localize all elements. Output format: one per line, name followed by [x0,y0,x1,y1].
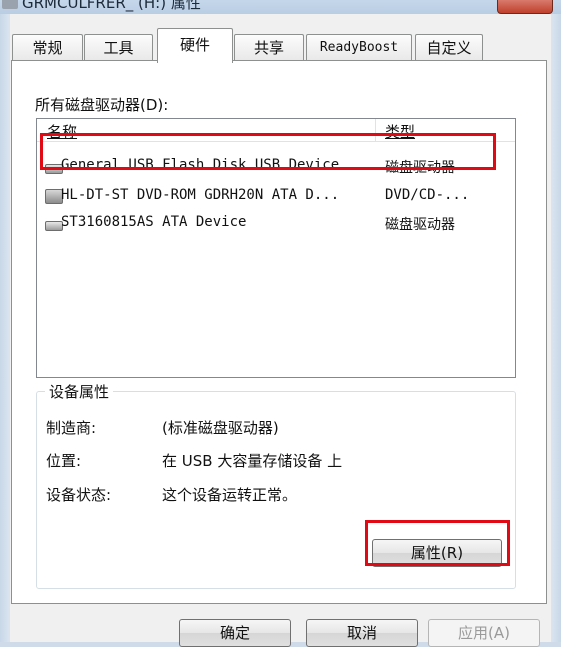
drive-type: 磁盘驱动器 [385,217,455,233]
usb-device-highlight [40,133,496,170]
dialog-client: 常规 工具 硬件 共享 ReadyBoost 自定义 所有磁盘驱动器(D): 名… [10,14,551,647]
drive-type: DVD/CD-... [385,187,470,203]
window-frame-right [551,14,561,642]
window-title: GRMCULFRER_ (H:) 属性 [22,0,201,12]
tab-strip: 常规 工具 硬件 共享 ReadyBoost 自定义 [10,14,551,64]
manufacturer-value: (标准磁盘驱动器) [162,419,279,437]
location-label: 位置: [46,452,82,470]
tab-general[interactable]: 常规 [12,34,83,61]
tab-hardware[interactable]: 硬件 [157,28,233,63]
tab-customize[interactable]: 自定义 [415,34,483,61]
group-title: 设备属性 [45,381,114,402]
manufacturer-label: 制造商: [46,419,97,437]
drive-name: ST3160815AS ATA Device [61,214,247,230]
cancel-button[interactable]: 取消 [306,619,418,647]
tab-readyboost[interactable]: ReadyBoost [306,34,412,61]
window-frame-left [0,14,10,642]
properties-button-highlight [365,520,510,566]
drive-row-optical[interactable]: HL-DT-ST DVD-ROM GDRH20N ATA D... DVD/CD… [37,185,515,207]
tab-tools[interactable]: 工具 [84,34,153,61]
tab-sharing[interactable]: 共享 [234,34,304,61]
all-drives-label: 所有磁盘驱动器(D): [35,96,169,114]
location-value: 在 USB 大容量存储设备 上 [162,452,343,470]
drive-icon [2,0,18,9]
close-button[interactable] [497,0,553,14]
apply-button: 应用(A) [428,619,540,647]
status-label: 设备状态: [46,486,112,504]
drive-name: HL-DT-ST DVD-ROM GDRH20N ATA D... [61,187,340,203]
status-value: 这个设备运转正常。 [162,486,298,504]
title-bar: GRMCULFRER_ (H:) 属性 [0,0,561,14]
ok-button[interactable]: 确定 [179,619,291,647]
drive-row-hdd[interactable]: ST3160815AS ATA Device 磁盘驱动器 [37,212,515,234]
